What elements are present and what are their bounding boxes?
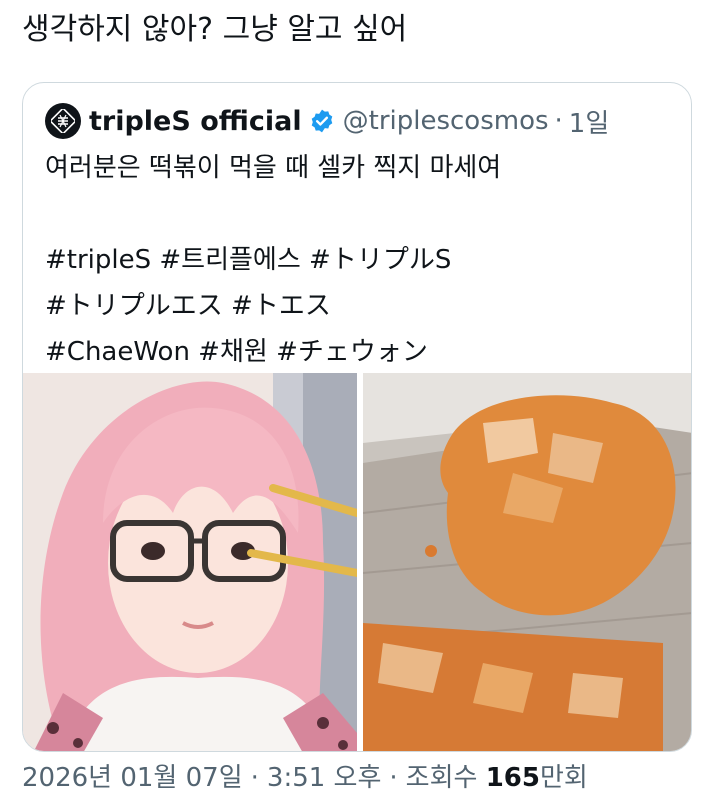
body-line-empty xyxy=(45,191,501,237)
views-suffix: 만회 xyxy=(539,763,588,793)
post-time-full[interactable]: 3:51 오후 xyxy=(267,763,382,793)
tteokbokki-photo[interactable] xyxy=(363,373,691,751)
views-prefix: 조회수 xyxy=(405,763,478,793)
post-time[interactable]: 1일 xyxy=(569,103,609,140)
handle[interactable]: @triplescosmos xyxy=(343,106,549,136)
post-text: 생각하지 않아? 그냥 알고 싶어 xyxy=(22,12,408,47)
separator-dot: · xyxy=(389,763,398,793)
verified-badge-icon xyxy=(309,108,335,134)
selfie-photo[interactable] xyxy=(23,373,357,751)
hashtag-line[interactable]: #tripleS #트리플에스 #トリプルS xyxy=(45,237,501,283)
quoted-post-header: tripleS official @triplescosmos · 1일 xyxy=(45,99,609,143)
body-line: 여러분은 떡볶이 먹을 때 셀카 찍지 마세여 xyxy=(45,153,502,183)
separator-dot: · xyxy=(554,106,563,136)
hashtag-line[interactable]: #ChaeWon #채원 #チェウォン xyxy=(45,329,501,375)
display-name[interactable]: tripleS official xyxy=(89,106,302,137)
quoted-post-card[interactable]: tripleS official @triplescosmos · 1일 여러분… xyxy=(22,82,692,752)
separator-dot: · xyxy=(250,763,259,793)
quoted-post-body: 여러분은 떡볶이 먹을 때 셀카 찍지 마세여 #tripleS #트리플에스 … xyxy=(45,145,501,375)
views-count[interactable]: 165 xyxy=(486,763,540,793)
post-date[interactable]: 2026년 01월 07일 xyxy=(22,763,243,793)
post-meta: 2026년 01월 07일 · 3:51 오후 · 조회수 165만회 xyxy=(22,760,588,796)
hashtag-line[interactable]: #トリプルエス #トエス xyxy=(45,283,501,329)
triples-logo-icon[interactable] xyxy=(45,103,81,139)
